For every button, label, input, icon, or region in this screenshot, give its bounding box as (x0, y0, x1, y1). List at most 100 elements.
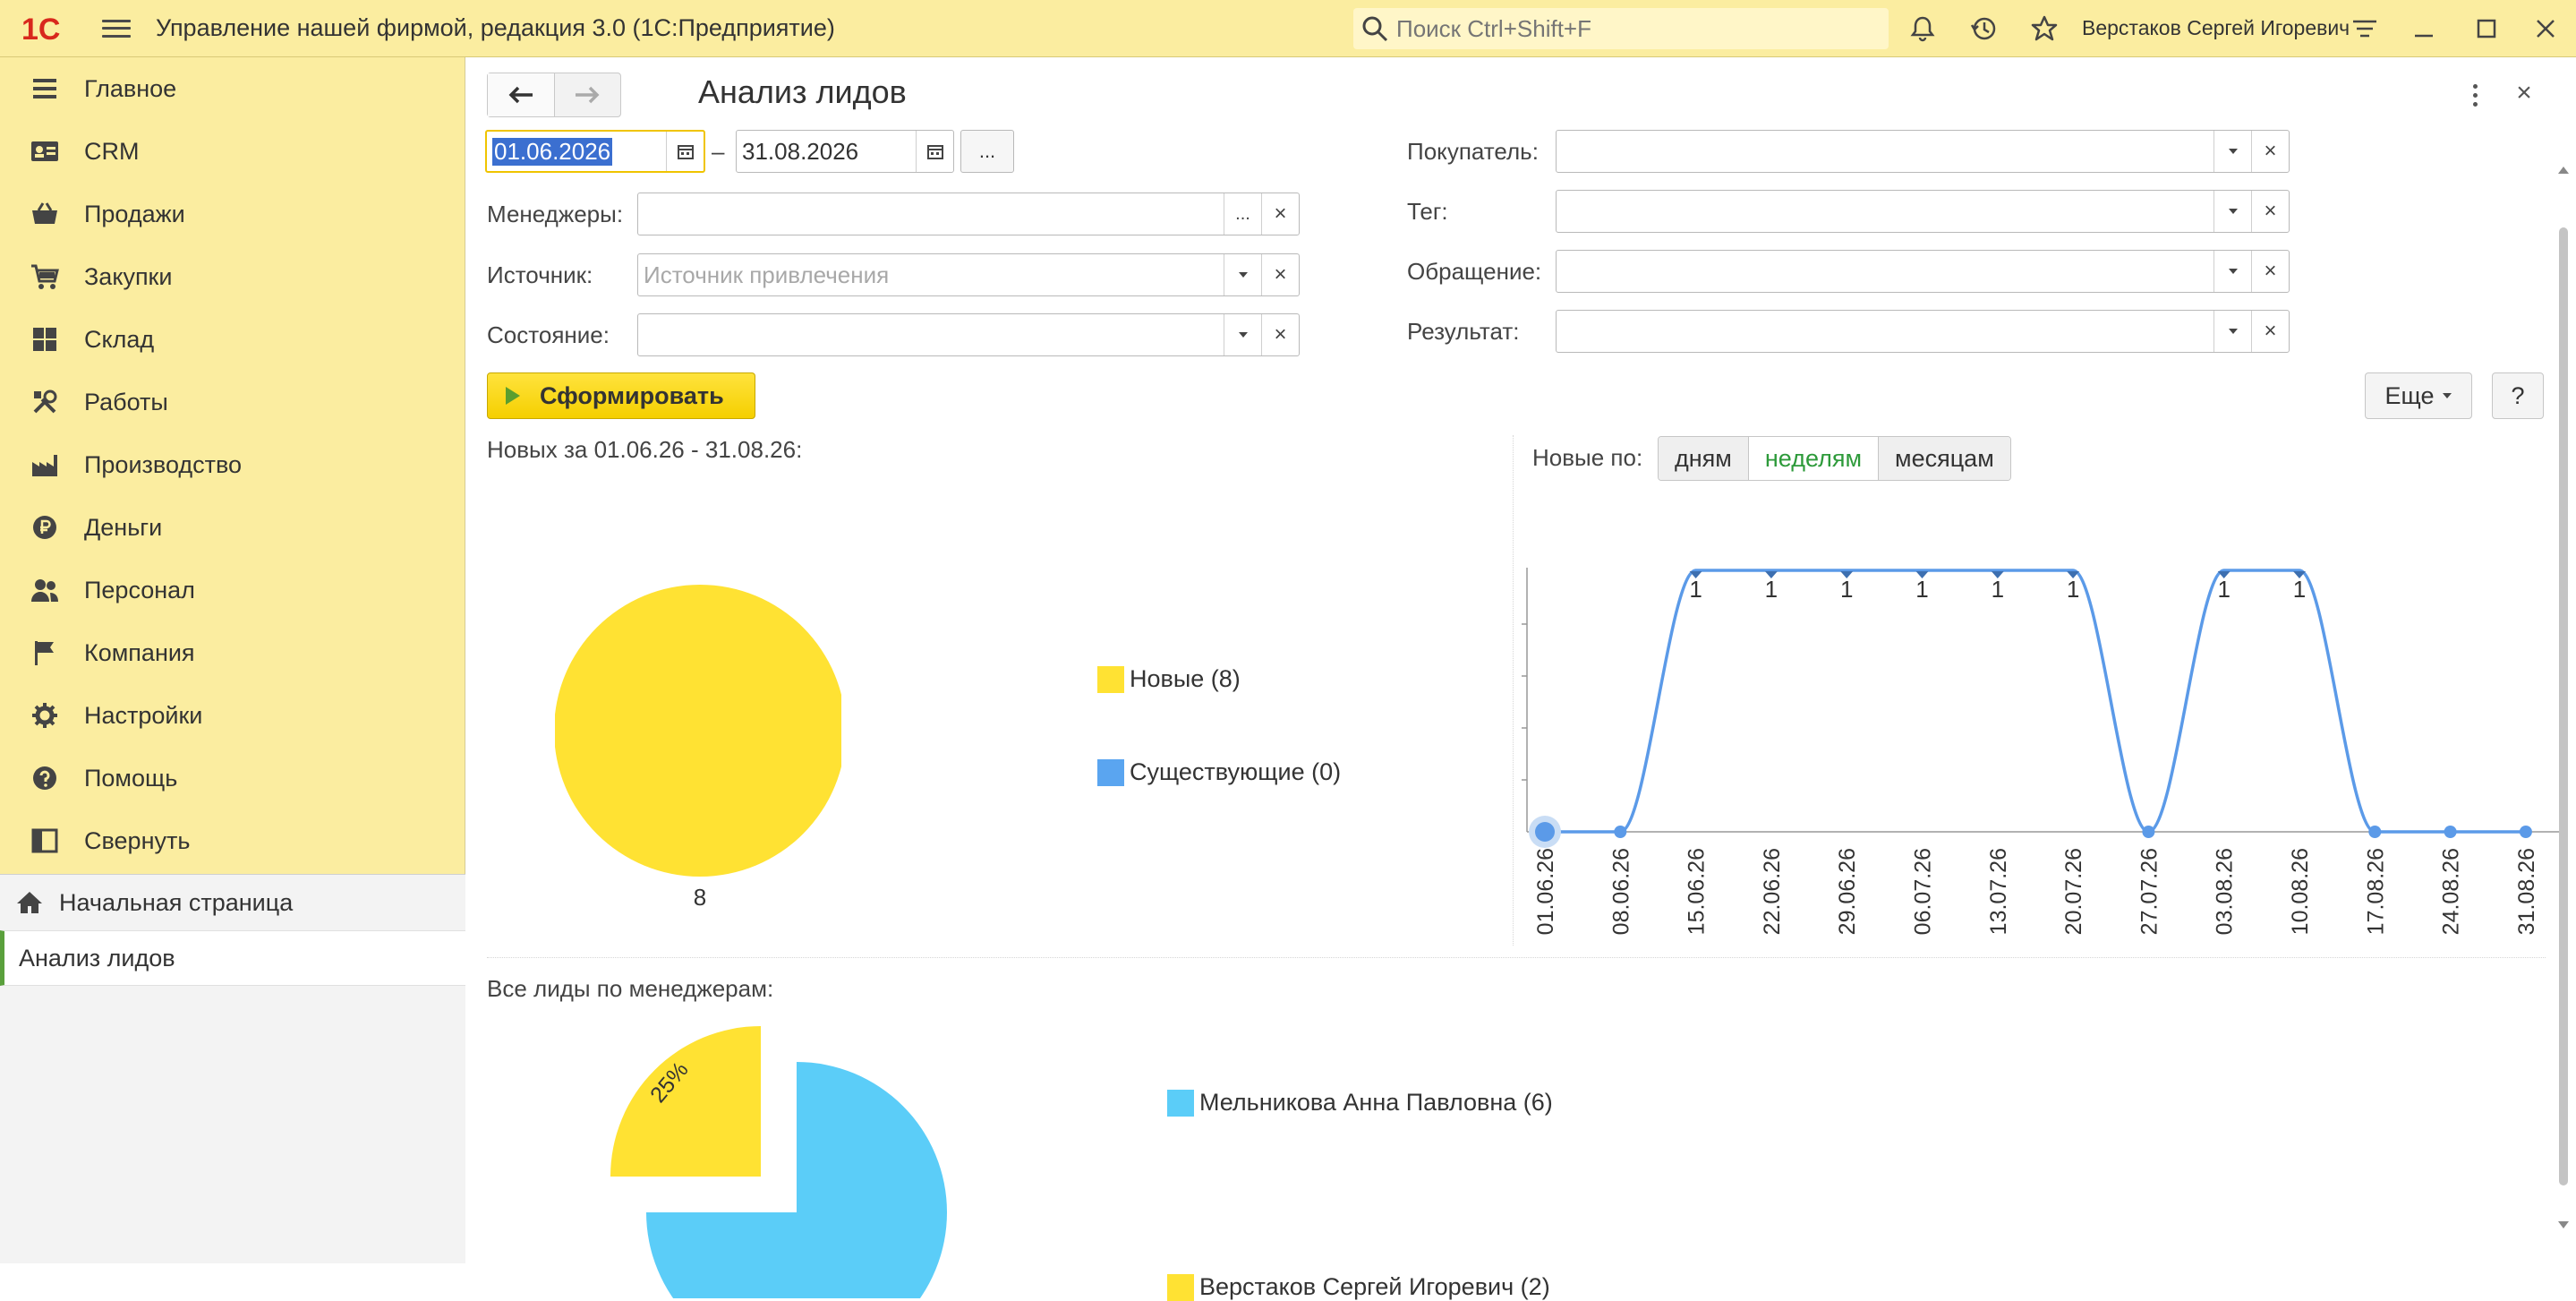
period-select-button[interactable]: ... (960, 130, 1014, 173)
data-point (2368, 826, 2382, 838)
result-label: Результат: (1407, 318, 1520, 345)
user-name[interactable]: Верстаков Сергей Игоревич (2082, 16, 2350, 40)
menu-list-icon (29, 73, 61, 105)
sidebar-item-collapse[interactable]: Свернуть (0, 809, 465, 872)
new-leads-line-chart: 01.06.26 08.06.26 1 15.06.26 1 22.06.26 1 29.06… (1522, 568, 2564, 935)
back-button[interactable] (488, 73, 555, 116)
tag-field[interactable]: × (1556, 190, 2290, 233)
clear-icon[interactable]: × (1261, 314, 1299, 355)
sidebar-item-production[interactable]: Производство (0, 433, 465, 496)
dropdown-icon[interactable] (2213, 311, 2251, 352)
warehouse-grid-icon (29, 323, 61, 355)
tag-label: Тег: (1407, 198, 1448, 225)
search-input[interactable] (1395, 13, 1878, 44)
star-icon[interactable] (2028, 13, 2060, 45)
gear-icon (29, 699, 61, 732)
date-to-field[interactable]: 31.08.2026 (736, 130, 954, 173)
sidebar-item-warehouse[interactable]: Склад (0, 308, 465, 371)
home-page-link[interactable]: Начальная страница (0, 875, 465, 930)
arrow-right-icon (576, 86, 600, 104)
managers-section-title: Все лиды по менеджерам: (487, 975, 774, 1002)
clear-icon[interactable]: × (2251, 131, 2289, 172)
point-value-label: 1 (2067, 576, 2079, 603)
period-months[interactable]: месяцам (1879, 437, 2010, 480)
sidebar-item-personnel[interactable]: Персонал (0, 559, 465, 621)
sidebar-item-main[interactable]: Главное (0, 57, 465, 120)
generate-button[interactable]: Сформировать (487, 372, 755, 419)
maximize-icon[interactable] (2470, 13, 2503, 45)
managers-field[interactable]: ... × (637, 193, 1300, 235)
collapse-panel-icon (29, 825, 61, 857)
new-by-label: Новые по: (1532, 444, 1643, 471)
settings-menu-icon[interactable] (2349, 13, 2381, 45)
tools-icon (29, 386, 61, 418)
date-from-field[interactable]: 01.06.2026 (485, 130, 705, 173)
close-form-icon[interactable]: × (2508, 77, 2540, 109)
sidebar-item-company[interactable]: Компания (0, 621, 465, 684)
sidebar-item-help[interactable]: Помощь (0, 747, 465, 809)
point-value-label: 1 (1915, 576, 1928, 603)
section-divider-horizontal (487, 957, 2546, 958)
x-tick-label: 13.07.26 (1986, 848, 2011, 935)
clear-icon[interactable]: × (1261, 254, 1299, 295)
dropdown-icon[interactable] (1224, 254, 1261, 295)
calendar-icon[interactable] (916, 131, 953, 172)
global-search[interactable] (1353, 8, 1889, 49)
period-weeks[interactable]: неделям (1748, 437, 1880, 480)
open-doc-lead-analysis[interactable]: Анализ лидов (0, 930, 465, 986)
help-icon (29, 762, 61, 794)
period-days[interactable]: дням (1659, 437, 1749, 480)
clear-icon[interactable]: × (2251, 311, 2289, 352)
appeal-field[interactable]: × (1556, 250, 2290, 293)
select-dots-button[interactable]: ... (1224, 193, 1261, 235)
point-value-label: 1 (2217, 576, 2230, 603)
buyer-field[interactable]: × (1556, 130, 2290, 173)
source-field[interactable]: Источник привлечения × (637, 253, 1300, 296)
sidebar-item-settings[interactable]: Настройки (0, 684, 465, 747)
x-tick-label: 06.07.26 (1911, 848, 1936, 935)
play-icon (506, 387, 520, 405)
x-tick-label: 20.07.26 (2061, 848, 2086, 935)
scrollbar-thumb[interactable] (2559, 227, 2568, 1185)
dropdown-icon[interactable] (2213, 251, 2251, 292)
basket-icon (29, 198, 61, 230)
new-leads-title: Новых за 01.06.26 - 31.08.26: (487, 436, 803, 463)
sidebar-item-purchases[interactable]: Закупки (0, 245, 465, 308)
dropdown-icon[interactable] (1224, 314, 1261, 355)
contact-card-icon (29, 135, 61, 167)
managers-pie-chart: 25% (610, 1026, 947, 1298)
state-field[interactable]: × (637, 313, 1300, 356)
data-point (2142, 826, 2155, 838)
app-title: Управление нашей фирмой, редакция 3.0 (1… (156, 14, 835, 41)
legend-swatch-melnikova (1167, 1089, 1194, 1117)
clear-icon[interactable]: × (2251, 251, 2289, 292)
x-tick-label: 24.08.26 (2439, 848, 2464, 935)
clear-icon[interactable]: × (1261, 193, 1299, 235)
calendar-icon[interactable] (666, 132, 704, 171)
dropdown-icon[interactable] (2213, 191, 2251, 232)
dropdown-icon[interactable] (2213, 131, 2251, 172)
x-tick-label: 27.07.26 (2137, 848, 2162, 935)
sidebar-item-money[interactable]: Деньги (0, 496, 465, 559)
sidebar: Главное CRM Продажи Закупки Склад Работы… (0, 57, 465, 1263)
bell-icon[interactable] (1906, 13, 1939, 45)
sidebar-item-sales[interactable]: Продажи (0, 183, 465, 245)
result-field[interactable]: × (1556, 310, 2290, 353)
help-button[interactable]: ? (2492, 372, 2544, 419)
vertical-scrollbar[interactable] (2556, 165, 2571, 1239)
sidebar-item-works[interactable]: Работы (0, 371, 465, 433)
main-menu-icon[interactable] (100, 15, 132, 42)
close-window-icon[interactable] (2529, 13, 2562, 45)
forward-button[interactable] (555, 73, 621, 116)
more-button[interactable]: Еще (2365, 372, 2472, 419)
legend-swatch-verstakov (1167, 1273, 1194, 1301)
sidebar-item-crm[interactable]: CRM (0, 120, 465, 183)
legend-swatch-existing (1097, 758, 1124, 786)
more-actions-icon[interactable] (2461, 79, 2488, 111)
clear-icon[interactable]: × (2251, 191, 2289, 232)
history-icon[interactable] (1967, 13, 2000, 45)
cart-icon (29, 261, 61, 293)
minimize-icon[interactable] (2408, 13, 2440, 45)
x-tick-label: 01.06.26 (1533, 848, 1558, 935)
legend-swatch-new (1097, 665, 1124, 693)
